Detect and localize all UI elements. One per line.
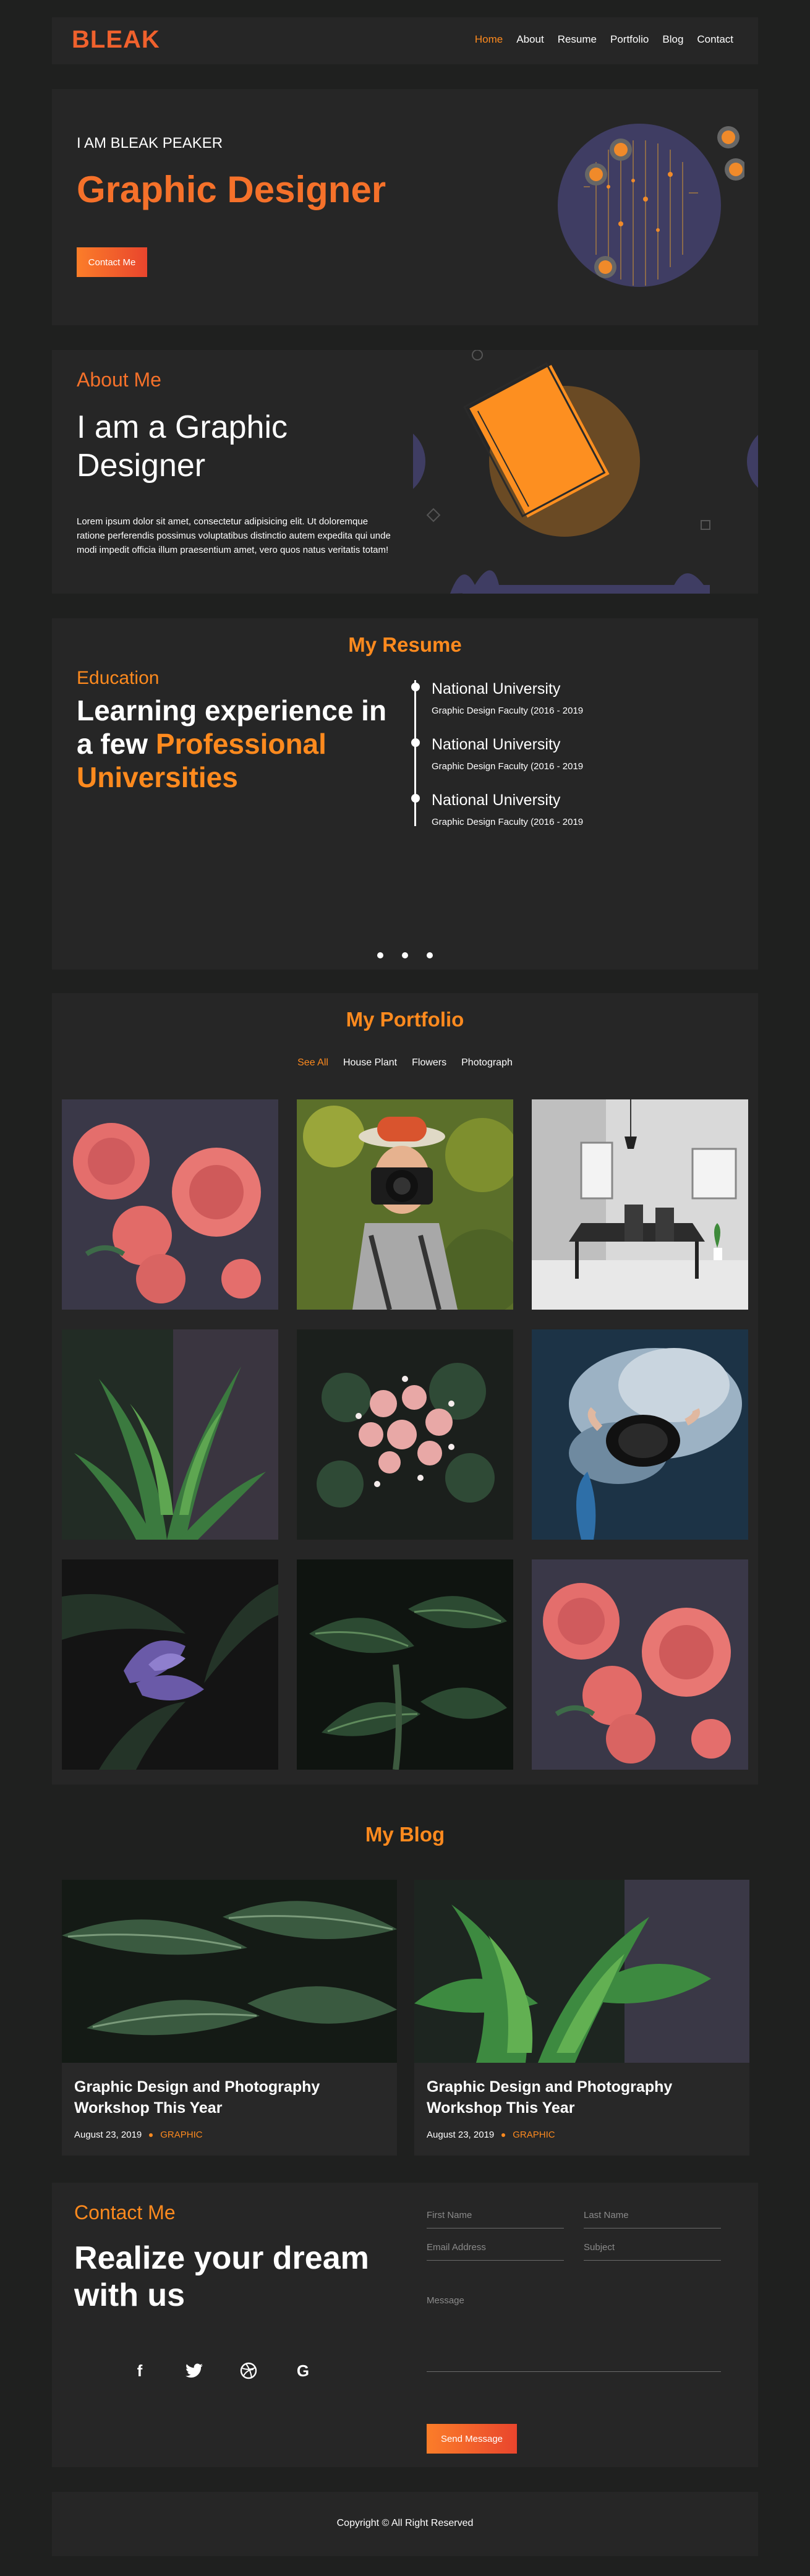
social-links: f G	[131, 2361, 312, 2380]
timeline-university: National University	[432, 791, 561, 809]
circuit-illustration	[558, 124, 744, 287]
resume-title: My Resume	[348, 633, 462, 656]
twitter-icon[interactable]	[185, 2362, 203, 2379]
resume-section: My Resume Education Learning experience …	[52, 618, 758, 970]
main-nav: Home About Resume Portfolio Blog Contact	[475, 33, 733, 46]
last-name-field[interactable]: Last Name	[584, 2207, 721, 2228]
timeline-item: National University Graphic Design Facul…	[411, 791, 584, 827]
blog-post-date: August 23, 2019	[74, 2130, 142, 2140]
send-message-button[interactable]: Send Message	[427, 2424, 517, 2454]
blog-post-date: August 23, 2019	[427, 2130, 495, 2140]
blog-post-title[interactable]: Graphic Design and Photography Workshop …	[74, 2076, 383, 2118]
timeline-dot	[411, 683, 420, 691]
blog-post-image[interactable]	[414, 1880, 749, 2063]
portfolio-filters: See All House Plant Flowers Photograph	[52, 1057, 758, 1068]
last-name-placeholder: Last Name	[584, 2210, 629, 2220]
timeline-item: National University Graphic Design Facul…	[411, 736, 584, 772]
portfolio-image-purple-flower[interactable]	[62, 1559, 278, 1770]
dribbble-icon[interactable]	[240, 2362, 257, 2379]
copyright-text: Copyright © All Right Reserved	[336, 2518, 474, 2528]
portfolio-image-leaves[interactable]	[297, 1559, 513, 1770]
carousel-dots	[52, 952, 758, 958]
filter-house-plant[interactable]: House Plant	[343, 1057, 397, 1068]
portfolio-section: My Portfolio See All House Plant Flowers…	[52, 993, 758, 1785]
portfolio-image-office[interactable]	[532, 1099, 748, 1310]
blog-post-meta: August 23, 2019 GRAPHIC	[427, 2130, 555, 2140]
filter-photograph[interactable]: Photograph	[461, 1057, 513, 1068]
blog-post-card[interactable]: Graphic Design and Photography Workshop …	[414, 1880, 749, 2156]
site-footer: Copyright © All Right Reserved	[52, 2492, 758, 2556]
facebook-icon[interactable]: f	[131, 2361, 148, 2380]
nav-blog[interactable]: Blog	[662, 33, 683, 46]
timeline-line	[414, 680, 416, 826]
first-name-field[interactable]: First Name	[427, 2207, 564, 2228]
email-field[interactable]: Email Address	[427, 2240, 564, 2261]
about-text: Lorem ipsum dolor sit amet, consectetur …	[77, 516, 391, 555]
logo[interactable]: BLEAK	[72, 26, 160, 54]
portfolio-image-flower-bouquet[interactable]	[297, 1329, 513, 1540]
blog-post-title[interactable]: Graphic Design and Photography Workshop …	[427, 2076, 736, 2118]
portfolio-image-smoke-camera[interactable]	[532, 1329, 748, 1540]
meta-separator	[149, 2133, 153, 2137]
timeline-detail: Graphic Design Faculty (2016 - 2019	[432, 761, 584, 772]
subject-placeholder: Subject	[584, 2242, 615, 2253]
timeline-item: National University Graphic Design Facul…	[411, 680, 584, 716]
contact-heading: Realize your dream with us	[74, 2240, 369, 2313]
nav-home[interactable]: Home	[475, 33, 503, 46]
site-header: BLEAK Home About Resume Portfolio Blog C…	[52, 17, 758, 64]
carousel-dot[interactable]	[427, 952, 433, 958]
subject-field[interactable]: Subject	[584, 2240, 721, 2261]
book-illustration	[413, 350, 758, 594]
blog-post-meta: August 23, 2019 GRAPHIC	[74, 2130, 203, 2140]
nav-contact[interactable]: Contact	[697, 33, 733, 46]
meta-separator	[501, 2133, 506, 2137]
message-field[interactable]: Message	[427, 2293, 721, 2372]
hero-section: I AM BLEAK PEAKER Graphic Designer Conta…	[52, 89, 758, 325]
portfolio-image-roses[interactable]	[62, 1099, 278, 1310]
timeline-detail: Graphic Design Faculty (2016 - 2019	[432, 706, 584, 716]
education-heading: Learning experience in a few Professiona…	[77, 694, 398, 794]
timeline-university: National University	[432, 680, 561, 697]
nav-portfolio[interactable]: Portfolio	[610, 33, 649, 46]
message-placeholder: Message	[427, 2295, 464, 2306]
timeline-detail: Graphic Design Faculty (2016 - 2019	[432, 817, 584, 827]
carousel-dot[interactable]	[377, 952, 383, 958]
hero-subtitle: I AM BLEAK PEAKER	[77, 135, 223, 151]
blog-post-category[interactable]: GRAPHIC	[160, 2130, 202, 2140]
blog-post-image[interactable]	[62, 1880, 397, 2063]
timeline-university: National University	[432, 736, 561, 753]
hero-title: Graphic Designer	[77, 169, 386, 210]
portfolio-title: My Portfolio	[346, 1008, 464, 1031]
filter-flowers[interactable]: Flowers	[412, 1057, 446, 1068]
portfolio-image-photographer[interactable]	[297, 1099, 513, 1310]
blog-post-card[interactable]: Graphic Design and Photography Workshop …	[62, 1880, 397, 2156]
timeline-dot	[411, 794, 420, 803]
timeline-dot	[411, 738, 420, 747]
blog-post-category[interactable]: GRAPHIC	[513, 2130, 555, 2140]
portfolio-image-fern[interactable]	[62, 1329, 278, 1540]
nav-resume[interactable]: Resume	[558, 33, 597, 46]
contact-me-button[interactable]: Contact Me	[77, 247, 147, 277]
about-tag: About Me	[77, 369, 161, 391]
filter-see-all[interactable]: See All	[297, 1057, 328, 1068]
portfolio-image-roses-2[interactable]	[532, 1559, 748, 1770]
about-section: About Me I am a Graphic Designer Lorem i…	[52, 350, 758, 594]
google-icon[interactable]: G	[294, 2361, 312, 2380]
contact-tag: Contact Me	[74, 2201, 176, 2224]
nav-about[interactable]: About	[516, 33, 544, 46]
carousel-dot[interactable]	[402, 952, 408, 958]
education-tag: Education	[77, 668, 160, 688]
about-heading: I am a Graphic Designer	[77, 409, 288, 484]
first-name-placeholder: First Name	[427, 2210, 472, 2220]
contact-section: Contact Me Realize your dream with us f …	[52, 2183, 758, 2467]
blog-title: My Blog	[365, 1823, 445, 1846]
email-placeholder: Email Address	[427, 2242, 486, 2253]
